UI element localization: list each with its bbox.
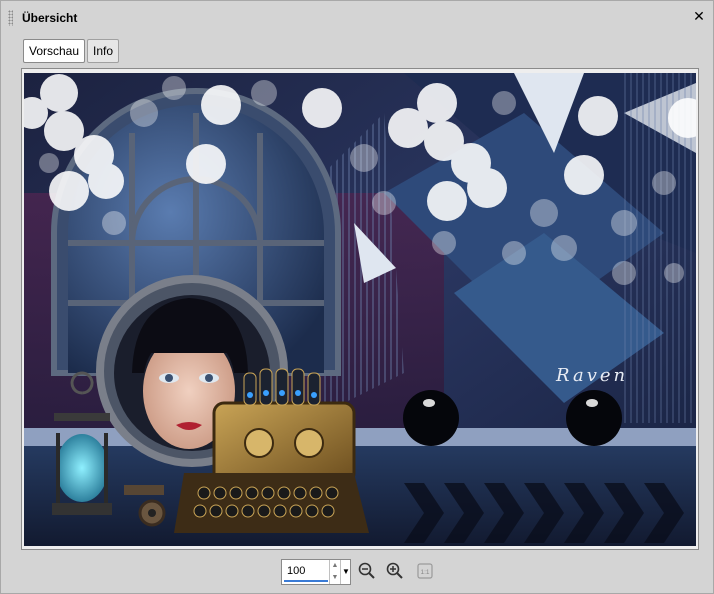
overview-panel: Übersicht ✕ Vorschau Info Raven 100 ▲ ▼ … xyxy=(0,0,714,594)
preview-image: Raven xyxy=(24,73,696,546)
chevron-down-icon[interactable]: ▼ xyxy=(340,560,351,584)
drag-grip-icon[interactable] xyxy=(8,10,13,26)
zoom-spinner[interactable]: ▲ ▼ xyxy=(329,560,340,584)
tab-info[interactable]: Info xyxy=(87,39,120,63)
panel-titlebar[interactable]: Übersicht ✕ xyxy=(1,1,713,35)
zoom-out-icon[interactable] xyxy=(357,561,377,581)
svg-text:Raven: Raven xyxy=(555,365,628,386)
actual-size-label: 1:1 xyxy=(420,569,429,576)
zoom-value: 100 xyxy=(287,565,306,577)
zoom-input[interactable]: 100 ▲ ▼ ▼ xyxy=(281,559,351,585)
zoom-focus-underline xyxy=(284,580,328,582)
tab-preview[interactable]: Vorschau xyxy=(23,39,86,63)
close-icon[interactable]: ✕ xyxy=(691,8,707,24)
preview-viewport[interactable]: Raven xyxy=(21,68,699,550)
zoom-in-icon[interactable] xyxy=(385,561,405,581)
actual-size-icon[interactable]: 1:1 xyxy=(415,561,435,581)
panel-title: Übersicht xyxy=(22,11,78,25)
